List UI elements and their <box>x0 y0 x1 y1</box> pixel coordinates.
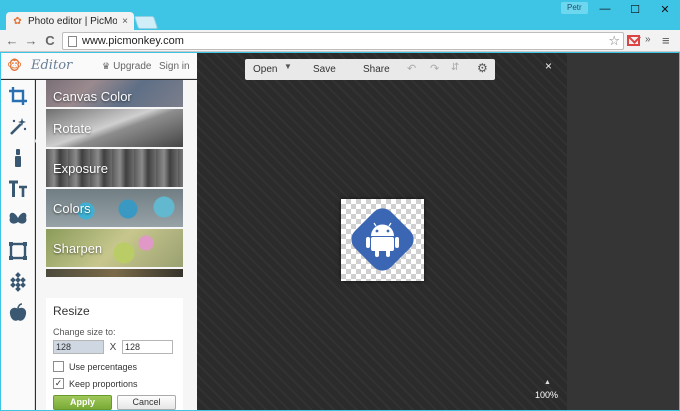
forward-button[interactable]: → <box>23 33 39 49</box>
browser-menu-icon[interactable]: ≡ <box>662 33 670 48</box>
window-maximize-button[interactable]: ☐ <box>620 0 650 18</box>
close-editor-icon[interactable]: × <box>545 59 552 73</box>
keep-proportions-label: Keep proportions <box>69 378 138 389</box>
apply-button[interactable]: Apply <box>53 395 112 410</box>
browser-user-badge[interactable]: Petr <box>561 2 588 14</box>
exposure-item[interactable]: Exposure <box>46 149 183 187</box>
use-percentages-label: Use percentages <box>69 361 138 372</box>
browser-toolbar: ← → C www.picmonkey.com ☆ » ≡ <box>0 30 680 52</box>
crown-icon: ♛ <box>102 61 111 71</box>
butterfly-icon[interactable] <box>6 208 30 232</box>
side-panel <box>567 53 679 410</box>
window-minimize-button[interactable]: — <box>590 0 620 18</box>
back-button[interactable]: ← <box>4 33 20 49</box>
height-input[interactable] <box>122 340 173 354</box>
tab-close-icon[interactable]: × <box>122 16 128 27</box>
canvas-area: Open ▼ Save Share ↶ ↷ ⇵ ⚙ × <box>197 53 567 410</box>
keep-proportions-row[interactable]: ✓ Keep proportions <box>53 378 176 389</box>
upgrade-label: Upgrade <box>113 61 152 72</box>
picmonkey-app: 🐵 Editor ♛ Upgrade Sign in Canvas Color … <box>1 53 679 410</box>
tool-rail <box>1 80 43 410</box>
browser-titlebar: ✿ Photo editor | PicMonkey × Petr — ☐ ✕ <box>0 0 680 31</box>
rotate-item[interactable]: Rotate <box>46 109 183 147</box>
size-row: X <box>53 340 176 354</box>
app-header: 🐵 Editor ♛ Upgrade Sign in <box>1 53 197 79</box>
rotate-label: Rotate <box>53 120 92 136</box>
crop-icon[interactable] <box>6 84 30 108</box>
android-logo-image <box>351 208 414 271</box>
window-close-button[interactable]: ✕ <box>650 0 680 18</box>
more-extensions-icon[interactable]: » <box>645 34 651 45</box>
change-size-label: Change size to: <box>53 327 116 337</box>
share-button[interactable]: Share <box>363 64 390 75</box>
picmonkey-favicon-icon: ✿ <box>13 16 22 27</box>
open-button[interactable]: Open <box>253 64 277 75</box>
magic-wand-icon[interactable] <box>6 115 30 139</box>
basic-edits-list: Canvas Color Rotate Exposure Colors Shar… <box>46 80 184 277</box>
edit-panel: Canvas Color Rotate Exposure Colors Shar… <box>36 80 197 410</box>
canvas-color-label: Canvas Color <box>53 89 132 104</box>
resize-panel: Resize Change size to: X Use percentages… <box>46 298 183 410</box>
redo-icon[interactable]: ↷ <box>430 62 439 75</box>
brush-icon[interactable] <box>6 146 30 170</box>
width-input[interactable] <box>53 340 104 354</box>
settings-gear-icon[interactable]: ⚙ <box>477 61 488 75</box>
use-percentages-row[interactable]: Use percentages <box>53 361 176 372</box>
cancel-button[interactable]: Cancel <box>117 395 176 410</box>
layers-icon[interactable]: ⇵ <box>451 62 459 73</box>
browser-tab[interactable]: ✿ Photo editor | PicMonkey × <box>6 12 134 31</box>
apple-icon[interactable] <box>6 301 30 325</box>
editor-logo-text: Editor <box>31 58 73 73</box>
new-tab-button[interactable] <box>133 16 159 29</box>
colors-item[interactable]: Colors <box>46 189 183 227</box>
photo-canvas[interactable] <box>341 199 424 281</box>
size-separator: X <box>109 341 117 353</box>
resize-item-thumbnail <box>46 269 183 277</box>
open-dropdown-icon[interactable]: ▼ <box>284 62 292 71</box>
zoom-up-icon[interactable]: ▲ <box>544 379 551 386</box>
reload-button[interactable]: C <box>42 33 58 49</box>
text-icon[interactable] <box>6 177 30 201</box>
undo-icon[interactable]: ↶ <box>407 62 416 75</box>
resize-title: Resize <box>53 304 90 318</box>
use-percentages-checkbox[interactable] <box>53 361 64 372</box>
colors-label: Colors <box>53 200 91 216</box>
frame-icon[interactable] <box>6 239 30 263</box>
sharpen-label: Sharpen <box>53 240 103 256</box>
upgrade-link[interactable]: ♛ Upgrade <box>102 61 151 72</box>
address-bar[interactable]: www.picmonkey.com ☆ <box>62 32 624 50</box>
resize-actions: Apply Cancel <box>53 395 176 410</box>
zoom-level[interactable]: 100% <box>535 390 558 400</box>
gmail-extension-icon[interactable] <box>627 35 640 46</box>
bookmark-star-icon[interactable]: ☆ <box>608 33 623 49</box>
sign-in-link[interactable]: Sign in <box>159 61 190 72</box>
picmonkey-logo-icon[interactable]: 🐵 <box>7 59 27 73</box>
canvas-color-item[interactable]: Canvas Color <box>46 80 183 107</box>
url-text[interactable]: www.picmonkey.com <box>82 35 608 47</box>
keep-proportions-checkbox[interactable]: ✓ <box>53 378 64 389</box>
page-icon <box>68 35 77 47</box>
texture-icon[interactable] <box>6 270 30 294</box>
tab-title: Photo editor | PicMonkey <box>28 16 118 27</box>
save-button[interactable]: Save <box>313 64 336 75</box>
sharpen-item[interactable]: Sharpen <box>46 229 183 267</box>
editor-toolbar: Open ▼ Save Share ↶ ↷ ⇵ ⚙ <box>245 59 495 80</box>
exposure-label: Exposure <box>53 160 108 176</box>
